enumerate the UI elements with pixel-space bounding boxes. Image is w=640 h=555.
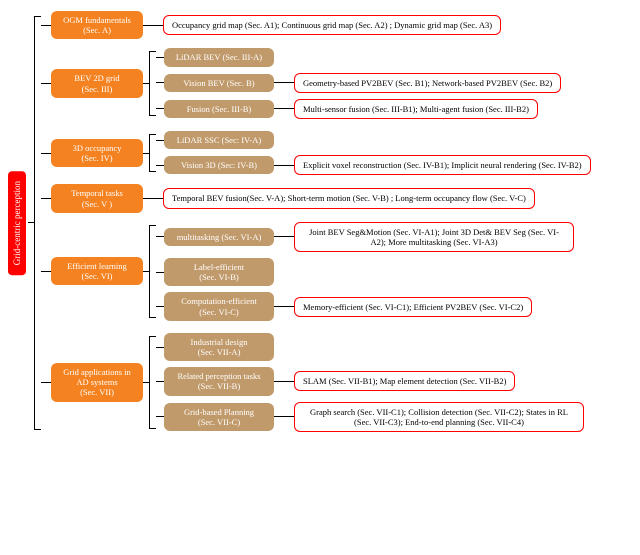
branch-bev-lidar: LiDAR BEV (Sec. III-A)	[156, 48, 561, 66]
node-sec: III-A	[242, 52, 259, 62]
node-bev-lidar: LiDAR BEV (Sec. III-A)	[164, 48, 274, 66]
leaf-eff-comp: Memory-efficient (Sec. VI-C1); Efficient…	[294, 297, 532, 317]
node-efficient: Efficient learning (Sec. VI)	[51, 257, 143, 285]
branch-efficient: Efficient learning (Sec. VI) multitaskin…	[41, 219, 632, 324]
node-bev-vision: Vision BEV (Sec. B)	[164, 74, 274, 92]
node-eff-comp: Computation-efficient(Sec. VI-C)	[164, 292, 274, 320]
node-sec: VII-A	[217, 347, 238, 357]
node-sec: V	[101, 199, 107, 209]
node-sec: B	[246, 78, 252, 88]
node-title: Label-efficient	[194, 262, 244, 272]
branch-3d: 3D occupancy (Sec. IV) LiDAR SSC (Sec: I…	[41, 128, 632, 178]
node-sec: A	[102, 25, 108, 35]
node-app-ind: Industrial design(Sec. VII-A)	[164, 333, 274, 361]
leaf-app-plan: Graph search (Sec. VII-C1); Collision de…	[294, 402, 584, 432]
branch-eff-multi: multitasking (Sec. VI-A) Joint BEV Seg&M…	[156, 222, 574, 252]
level1-children: OGM fundamentals (Sec. A) Occupancy grid…	[41, 8, 632, 438]
node-title: Vision 3D	[181, 160, 216, 170]
leaf-temporal: Temporal BEV fusion(Sec. V-A); Short-ter…	[163, 188, 535, 208]
node-title: Efficient learning	[67, 261, 127, 271]
node-sec: III-B	[231, 104, 248, 114]
branch-bev: BEV 2D grid (Sec. III) LiDAR BEV (Sec. I…	[41, 45, 632, 122]
branch-eff-comp: Computation-efficient(Sec. VI-C) Memory-…	[156, 292, 574, 320]
leaf-eff-multi: Joint BEV Seg&Motion (Sec. VI-A1); Joint…	[294, 222, 574, 252]
node-sec: VI	[101, 271, 110, 281]
node-sec: IV	[101, 153, 110, 163]
node-title: LiDAR BEV	[176, 52, 220, 62]
root-node: Grid-centric perception	[8, 171, 26, 275]
branch-eff-label: Label-efficient(Sec. VI-B)	[156, 258, 574, 286]
node-title: OGM fundamentals	[63, 15, 131, 25]
leaf-bev-fusion: Multi-sensor fusion (Sec. III-B1); Multi…	[294, 99, 538, 119]
node-app-plan: Grid-based Planning(Sec. VII-C)	[164, 403, 274, 431]
node-bev-fusion: Fusion (Sec. III-B)	[164, 100, 274, 118]
branch-3d-vision: Vision 3D (Sec: IV-B) Explicit voxel rec…	[156, 155, 591, 175]
node-ogm: OGM fundamentals (Sec. A)	[51, 11, 143, 39]
branch-app-plan: Grid-based Planning(Sec. VII-C) Graph se…	[156, 402, 584, 432]
leaf-ogm: Occupancy grid map (Sec. A1); Continuous…	[163, 15, 501, 35]
branch-ogm: OGM fundamentals (Sec. A) Occupancy grid…	[41, 11, 632, 39]
node-title: multitasking	[177, 232, 220, 242]
node-title: BEV 2D grid	[74, 73, 119, 83]
node-3d-lidar: LiDAR SSC (Sec: IV-A)	[164, 131, 274, 149]
root-column: Grid-centric perception	[8, 8, 28, 438]
node-app: Grid applications in AD systems (Sec. VI…	[51, 363, 143, 402]
leaf-app-rel: SLAM (Sec. VII-B1); Map element detectio…	[294, 371, 515, 391]
node-sec: IV-B	[237, 160, 254, 170]
node-title: Grid applications in AD systems	[63, 367, 131, 387]
branch-bev-fusion: Fusion (Sec. III-B) Multi-sensor fusion …	[156, 99, 561, 119]
node-bev: BEV 2D grid (Sec. III)	[51, 69, 143, 97]
tree-diagram: Grid-centric perception OGM fundamentals…	[8, 8, 632, 438]
node-temporal: Temporal tasks (Sec. V )	[51, 184, 143, 212]
branch-app: Grid applications in AD systems (Sec. VI…	[41, 330, 632, 435]
node-sec: VI-B	[218, 272, 235, 282]
node-sec: VII	[99, 387, 111, 397]
node-sec: VI-A	[241, 232, 259, 242]
node-sec: IV-A	[241, 135, 258, 145]
node-title: Industrial design	[191, 337, 248, 347]
branch-3d-lidar: LiDAR SSC (Sec: IV-A)	[156, 131, 591, 149]
branch-bev-vision: Vision BEV (Sec. B) Geometry-based PV2BE…	[156, 73, 561, 93]
node-3d-vision: Vision 3D (Sec: IV-B)	[164, 156, 274, 174]
leaf-bev-vision: Geometry-based PV2BEV (Sec. B1); Network…	[294, 73, 561, 93]
node-title: Vision BEV	[183, 78, 224, 88]
node-title: Fusion	[187, 104, 210, 114]
branch-temporal: Temporal tasks (Sec. V ) Temporal BEV fu…	[41, 184, 632, 212]
node-sec: III	[101, 84, 110, 94]
node-app-rel: Related perception tasks(Sec. VII-B)	[164, 367, 274, 395]
node-sec: VI-C	[218, 307, 235, 317]
leaf-3d-vision: Explicit voxel reconstruction (Sec. IV-B…	[294, 155, 591, 175]
node-sec: VII-C	[217, 417, 237, 427]
branch-app-rel: Related perception tasks(Sec. VII-B) SLA…	[156, 367, 584, 395]
node-3d: 3D occupancy (Sec. IV)	[51, 139, 143, 167]
node-title: Grid-based Planning	[184, 407, 254, 417]
node-title: Related perception tasks	[177, 371, 260, 381]
node-sec: VII-B	[217, 381, 237, 391]
node-eff-multi: multitasking (Sec. VI-A)	[164, 228, 274, 246]
node-eff-label: Label-efficient(Sec. VI-B)	[164, 258, 274, 286]
node-title: 3D occupancy	[73, 143, 122, 153]
node-title: Computation-efficient	[181, 296, 256, 306]
node-title: Temporal tasks	[71, 188, 123, 198]
branch-app-ind: Industrial design(Sec. VII-A)	[156, 333, 584, 361]
node-title: LiDAR SSC	[177, 135, 220, 145]
